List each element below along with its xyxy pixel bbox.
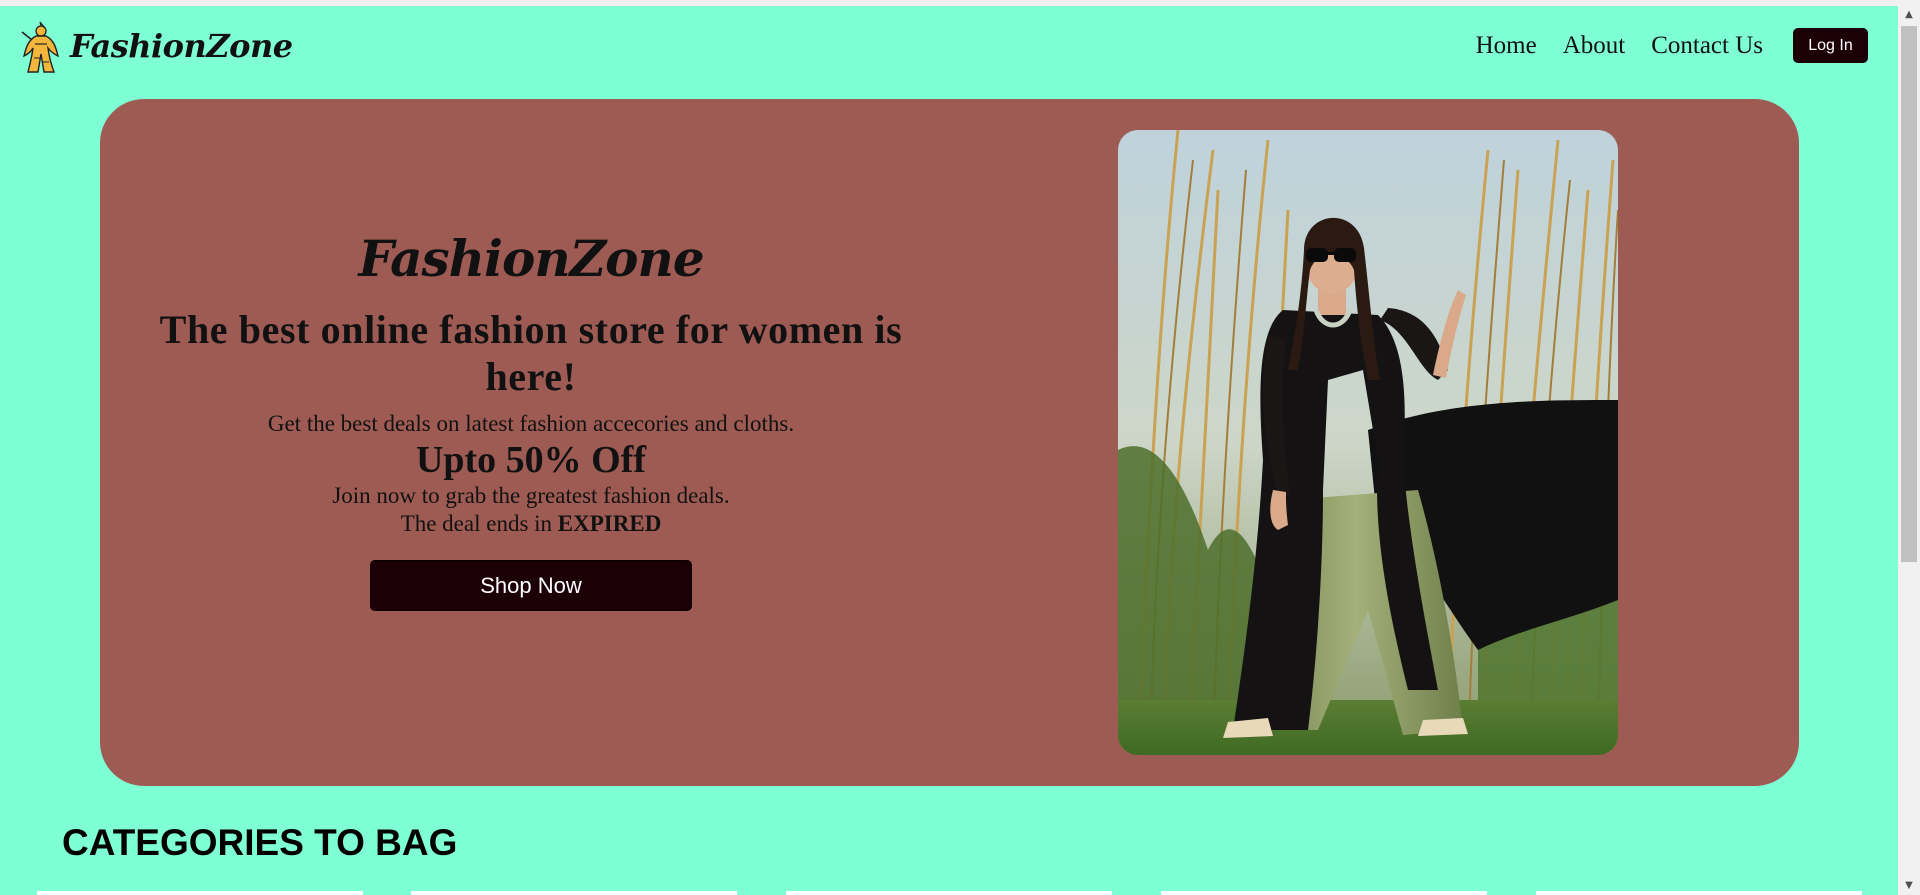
hero-headline: The best online fashion store for women … bbox=[159, 307, 903, 399]
nav-link-home[interactable]: Home bbox=[1476, 32, 1537, 60]
nav-link-about[interactable]: About bbox=[1563, 32, 1626, 60]
hero-brand: FashionZone bbox=[358, 229, 704, 288]
hero-join-text: Join now to grab the greatest fashion de… bbox=[332, 483, 730, 508]
hero-text: FashionZone The best online fashion stor… bbox=[112, 229, 950, 611]
categories-heading: CATEGORIES TO BAG bbox=[62, 822, 458, 863]
category-card[interactable] bbox=[786, 891, 1112, 895]
category-card[interactable] bbox=[1536, 891, 1862, 895]
category-card[interactable] bbox=[37, 891, 363, 895]
hero-offer: Upto 50% Off bbox=[415, 439, 647, 481]
shop-now-button[interactable]: Shop Now bbox=[370, 560, 692, 611]
login-button[interactable]: Log In bbox=[1793, 28, 1868, 63]
fashion-figure-icon bbox=[21, 21, 60, 73]
brand[interactable]: FashionZone bbox=[18, 18, 293, 74]
scroll-up-arrow-icon[interactable]: ▲ bbox=[1898, 6, 1920, 24]
nav-link-contact-us[interactable]: Contact Us bbox=[1651, 32, 1763, 60]
hero-subtext: Get the best deals on latest fashion acc… bbox=[267, 411, 795, 436]
scroll-down-arrow-icon[interactable]: ▼ bbox=[1898, 877, 1920, 895]
category-cards bbox=[37, 891, 1877, 895]
deal-prefix: The deal ends in bbox=[400, 511, 553, 536]
category-card[interactable] bbox=[411, 891, 737, 895]
deal-status: EXPIRED bbox=[557, 511, 662, 536]
category-card[interactable] bbox=[1161, 891, 1487, 895]
nav-links: Home About Contact Us Log In bbox=[1450, 28, 1898, 63]
page: FashionZone Home About Contact Us Log In… bbox=[0, 0, 1920, 895]
vertical-scrollbar[interactable]: ▲ ▼ bbox=[1898, 6, 1920, 895]
navbar: FashionZone Home About Contact Us Log In bbox=[0, 6, 1898, 86]
scroll-thumb[interactable] bbox=[1901, 26, 1917, 562]
hero-banner: FashionZone The best online fashion stor… bbox=[100, 99, 1799, 786]
hero-deal-countdown: The deal ends in EXPIRED bbox=[112, 510, 950, 538]
hero-model-photo bbox=[1118, 130, 1618, 755]
brand-name: FashionZone bbox=[70, 27, 293, 65]
